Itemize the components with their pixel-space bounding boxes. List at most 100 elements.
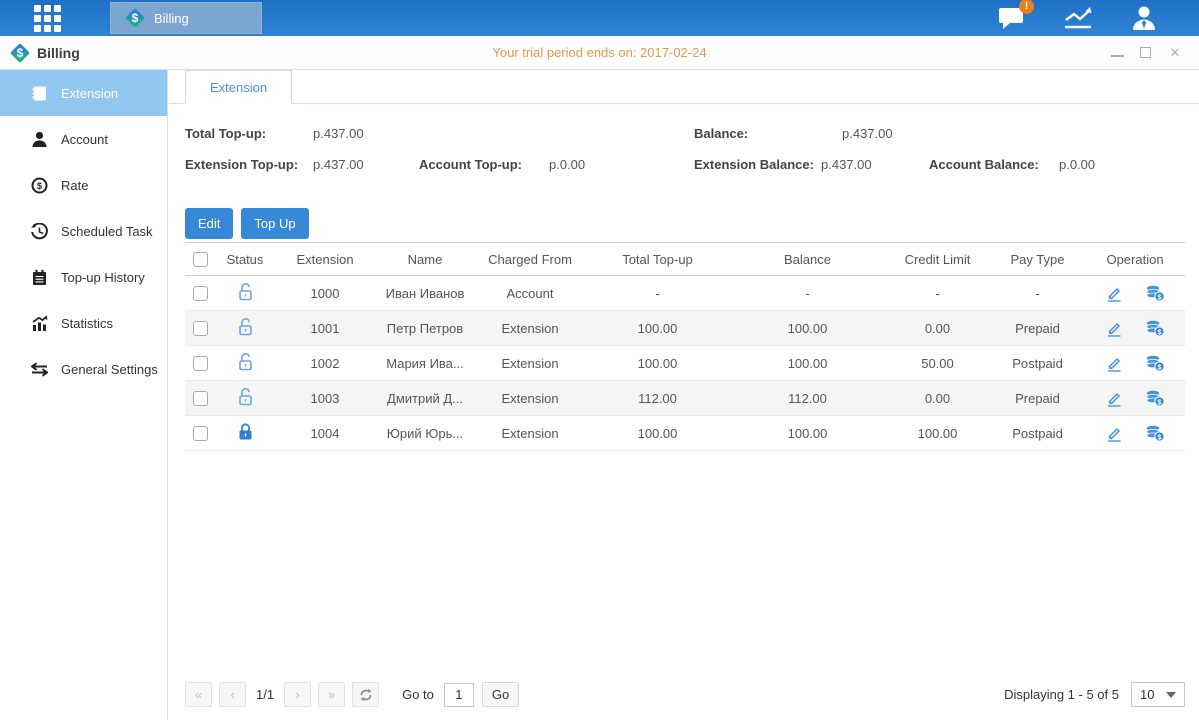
top-up-row-button[interactable]: $ xyxy=(1145,390,1165,407)
window-title: Billing xyxy=(37,45,80,61)
table-row[interactable]: 1002 Мария Ива... Extension 100.00 100.0… xyxy=(185,346,1185,381)
app-tab-billing[interactable]: $ Billing xyxy=(110,2,262,34)
apps-grid-icon[interactable] xyxy=(34,5,68,31)
trial-message: Your trial period ends on: 2017-02-24 xyxy=(0,45,1199,60)
sidebar-item-rate[interactable]: $ Rate xyxy=(0,162,167,208)
select-all-checkbox[interactable] xyxy=(193,252,208,267)
sidebar-item-statistics[interactable]: Statistics xyxy=(0,300,167,346)
balance-value: p.437.00 xyxy=(842,126,893,141)
tab-extension[interactable]: Extension xyxy=(185,70,292,104)
app-tab-label: Billing xyxy=(154,11,189,26)
summary-panel: Total Top-up: p.437.00 Balance: p.437.00… xyxy=(169,104,1199,194)
locked-icon[interactable] xyxy=(237,422,254,441)
billing-title-diamond-icon: $ xyxy=(10,43,30,63)
close-icon[interactable]: × xyxy=(1167,46,1183,60)
column-header: Credit Limit xyxy=(885,243,990,276)
unlocked-icon[interactable] xyxy=(237,282,254,301)
titlebar: $ Billing Your trial period ends on: 201… xyxy=(0,36,1199,70)
row-checkbox[interactable] xyxy=(193,286,208,301)
goto-page-input[interactable] xyxy=(444,683,474,707)
edit-row-button[interactable] xyxy=(1106,425,1123,442)
next-page-button[interactable]: › xyxy=(284,682,311,707)
edit-button[interactable]: Edit xyxy=(185,208,233,239)
column-header: Total Top-up xyxy=(585,243,730,276)
refresh-button[interactable] xyxy=(352,682,379,707)
total-topup-label: Total Top-up: xyxy=(185,126,313,141)
extension-table: StatusExtensionNameCharged FromTotal Top… xyxy=(185,242,1185,451)
row-checkbox[interactable] xyxy=(193,321,208,336)
billing-diamond-icon: $ xyxy=(125,8,145,28)
general-settings-icon xyxy=(31,361,48,378)
unlocked-icon[interactable] xyxy=(237,317,254,336)
statistics-icon xyxy=(31,315,48,332)
account-balance-label: Account Balance: xyxy=(929,157,1059,172)
sidebar-item-label: Top-up History xyxy=(61,270,145,285)
sidebar-item-label: Statistics xyxy=(61,316,113,331)
goto-label: Go to xyxy=(402,687,434,702)
table-row[interactable]: 1004 Юрий Юрь... Extension 100.00 100.00… xyxy=(185,416,1185,451)
notification-badge: ! xyxy=(1019,0,1034,14)
topup-coins-icon: $ xyxy=(1145,390,1165,407)
edit-pencil-icon xyxy=(1106,355,1123,372)
displaying-info: Displaying 1 - 5 of 5 xyxy=(1004,687,1119,702)
row-checkbox[interactable] xyxy=(193,391,208,406)
sidebar-item-label: Extension xyxy=(61,86,118,101)
sidebar-item-label: Rate xyxy=(61,178,88,193)
unlocked-icon[interactable] xyxy=(237,352,254,371)
table-row[interactable]: 1003 Дмитрий Д... Extension 112.00 112.0… xyxy=(185,381,1185,416)
tab-extension-label: Extension xyxy=(210,80,267,95)
topup-history-icon xyxy=(31,269,48,286)
sidebar-item-general-settings[interactable]: General Settings xyxy=(0,346,167,392)
edit-row-button[interactable] xyxy=(1106,285,1123,302)
edit-row-button[interactable] xyxy=(1106,320,1123,337)
account-balance-value: p.0.00 xyxy=(1059,157,1095,172)
sidebar-item-account[interactable]: Account xyxy=(0,116,167,162)
messages-icon[interactable]: ! xyxy=(997,5,1027,31)
edit-row-button[interactable] xyxy=(1106,390,1123,407)
window-controls: × xyxy=(1111,46,1183,60)
top-up-row-button[interactable]: $ xyxy=(1145,285,1165,302)
sidebar-item-topup-history[interactable]: Top-up History xyxy=(0,254,167,300)
sidebar-item-scheduled-task[interactable]: Scheduled Task xyxy=(0,208,167,254)
table-row[interactable]: 1000 Иван Иванов Account - - - - xyxy=(185,276,1185,311)
edit-pencil-icon xyxy=(1106,425,1123,442)
first-page-button[interactable]: « xyxy=(185,682,212,707)
maximize-icon[interactable] xyxy=(1140,47,1151,58)
top-up-row-button[interactable]: $ xyxy=(1145,355,1165,372)
extension-balance-label: Extension Balance: xyxy=(694,157,821,172)
last-page-button[interactable]: » xyxy=(318,682,345,707)
account-topup-value: p.0.00 xyxy=(549,157,585,172)
page-size-value: 10 xyxy=(1140,687,1154,702)
table-row[interactable]: 1001 Петр Петров Extension 100.00 100.00… xyxy=(185,311,1185,346)
statistics-topbar-icon[interactable] xyxy=(1063,5,1093,31)
tab-strip: Extension xyxy=(169,70,1199,104)
edit-pencil-icon xyxy=(1106,320,1123,337)
sidebar: Extension Account $ Rate Scheduled Task … xyxy=(0,70,168,720)
page-size-select[interactable]: 10 xyxy=(1131,682,1185,707)
prev-page-button[interactable]: ‹ xyxy=(219,682,246,707)
row-checkbox[interactable] xyxy=(193,426,208,441)
minimize-icon[interactable] xyxy=(1111,48,1124,57)
column-header: Balance xyxy=(730,243,885,276)
extension-icon xyxy=(31,85,48,102)
topbar: $ Billing ! xyxy=(0,0,1199,36)
unlocked-icon[interactable] xyxy=(237,387,254,406)
svg-text:$: $ xyxy=(37,181,42,191)
edit-pencil-icon xyxy=(1106,390,1123,407)
top-up-row-button[interactable]: $ xyxy=(1145,425,1165,442)
extension-balance-value: p.437.00 xyxy=(821,157,872,172)
top-up-row-button[interactable]: $ xyxy=(1145,320,1165,337)
column-header: Operation xyxy=(1085,243,1185,276)
sidebar-item-label: Account xyxy=(61,132,108,147)
go-button[interactable]: Go xyxy=(482,682,519,707)
column-header: Status xyxy=(215,243,275,276)
row-checkbox[interactable] xyxy=(193,356,208,371)
top-up-button[interactable]: Top Up xyxy=(241,208,308,239)
refresh-icon xyxy=(359,688,373,702)
user-icon[interactable] xyxy=(1129,5,1159,31)
column-header: Name xyxy=(375,243,475,276)
account-topup-label: Account Top-up: xyxy=(419,157,549,172)
sidebar-item-extension[interactable]: Extension xyxy=(0,70,167,116)
sidebar-item-label: Scheduled Task xyxy=(61,224,153,239)
edit-row-button[interactable] xyxy=(1106,355,1123,372)
